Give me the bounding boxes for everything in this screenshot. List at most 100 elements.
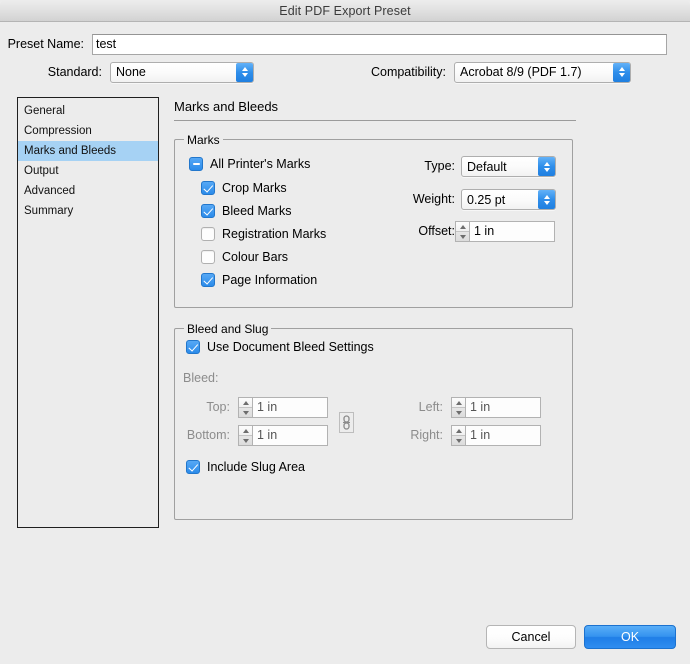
- checkbox-checked-icon: [201, 181, 215, 195]
- cancel-button-label: Cancel: [511, 630, 551, 644]
- stepper-down-icon[interactable]: [239, 436, 252, 445]
- sidebar-item-summary[interactable]: Summary: [18, 201, 158, 221]
- weight-label: Weight:: [412, 192, 455, 206]
- chevron-updown-icon: [236, 62, 253, 82]
- bleed-and-slug-group: Bleed and Slug: [174, 322, 573, 520]
- checkbox-unchecked-icon: [201, 250, 215, 264]
- compatibility-label: Compatibility:: [370, 65, 446, 79]
- checkbox-all-printers-marks[interactable]: All Printer's Marks: [189, 157, 310, 171]
- sidebar-item-marks-and-bleeds[interactable]: Marks and Bleeds: [18, 141, 158, 161]
- stepper-down-icon[interactable]: [452, 436, 465, 445]
- chain-link-icon[interactable]: [339, 412, 354, 433]
- checkbox-unchecked-icon: [201, 227, 215, 241]
- preset-name-input[interactable]: [92, 33, 667, 55]
- bleed-label: Bleed:: [183, 371, 219, 385]
- ok-button[interactable]: OK: [584, 625, 676, 649]
- bleed-bottom-value[interactable]: 1 in: [252, 425, 328, 446]
- preset-name-label: Preset Name:: [7, 37, 84, 51]
- panel-title: Marks and Bleeds: [174, 99, 279, 114]
- standard-dropdown-value: None: [116, 65, 146, 79]
- type-dropdown-value: Default: [467, 159, 507, 174]
- panel-divider: [174, 120, 576, 121]
- chevron-updown-icon: [538, 157, 555, 176]
- offset-label: Offset:: [418, 224, 455, 238]
- checkbox-checked-icon: [186, 340, 200, 354]
- sidebar-item-label: General: [24, 105, 65, 117]
- bleed-bottom-label: Bottom:: [186, 428, 230, 442]
- checkbox-mixed-icon: [189, 157, 203, 171]
- stepper-down-icon[interactable]: [452, 408, 465, 417]
- bleed-left-stepper[interactable]: [451, 397, 465, 418]
- cancel-button[interactable]: Cancel: [486, 625, 576, 649]
- standard-compatibility-row: Standard: None Compatibility: Acrobat 8/…: [0, 61, 690, 83]
- checkbox-label: Bleed Marks: [222, 204, 292, 218]
- bleed-top-stepper-combo[interactable]: 1 in: [238, 397, 328, 418]
- bleed-bottom-stepper[interactable]: [238, 425, 252, 446]
- checkbox-checked-icon: [201, 273, 215, 287]
- sidebar-item-compression[interactable]: Compression: [18, 121, 158, 141]
- checkbox-checked-icon: [186, 460, 200, 474]
- stepper-up-icon[interactable]: [452, 398, 465, 408]
- bleed-left-stepper-combo[interactable]: 1 in: [451, 397, 541, 418]
- bleed-right-label: Right:: [410, 428, 443, 442]
- ok-button-label: OK: [620, 630, 640, 644]
- checkbox-label: All Printer's Marks: [210, 157, 311, 171]
- offset-stepper-combo[interactable]: 1 in: [455, 221, 555, 242]
- offset-value[interactable]: 1 in: [469, 221, 555, 242]
- checkbox-use-document-bleed-settings[interactable]: Use Document Bleed Settings: [186, 340, 374, 354]
- sidebar-item-output[interactable]: Output: [18, 161, 158, 181]
- checkbox-colour-bars[interactable]: Colour Bars: [201, 250, 288, 264]
- bleed-and-slug-group-title: Bleed and Slug: [184, 322, 272, 336]
- stepper-down-icon[interactable]: [239, 408, 252, 417]
- sidebar-item-label: Marks and Bleeds: [24, 145, 117, 157]
- weight-dropdown-value: 0.25 pt: [467, 192, 506, 207]
- sidebar-item-label: Output: [24, 165, 59, 177]
- checkbox-label: Registration Marks: [222, 227, 327, 241]
- checkbox-label: Use Document Bleed Settings: [207, 340, 374, 354]
- preset-name-row: Preset Name:: [0, 33, 690, 55]
- stepper-up-icon[interactable]: [239, 426, 252, 436]
- bleed-right-value[interactable]: 1 in: [465, 425, 541, 446]
- sidebar-item-label: Advanced: [24, 185, 76, 197]
- sidebar-item-label: Compression: [24, 125, 92, 137]
- checkbox-label: Include Slug Area: [207, 460, 305, 474]
- bleed-top-value[interactable]: 1 in: [252, 397, 328, 418]
- standard-dropdown[interactable]: None: [110, 61, 254, 83]
- bleed-left-value[interactable]: 1 in: [465, 397, 541, 418]
- bleed-right-stepper-combo[interactable]: 1 in: [451, 425, 541, 446]
- checkbox-registration-marks[interactable]: Registration Marks: [201, 227, 326, 241]
- chevron-updown-icon: [538, 190, 555, 209]
- checkbox-checked-icon: [201, 204, 215, 218]
- stepper-up-icon[interactable]: [239, 398, 252, 408]
- category-sidebar[interactable]: General Compression Marks and Bleeds Out…: [17, 97, 159, 528]
- compatibility-dropdown-value: Acrobat 8/9 (PDF 1.7): [460, 65, 582, 79]
- type-label: Type:: [424, 159, 455, 173]
- window-titlebar: Edit PDF Export Preset: [0, 0, 690, 22]
- checkbox-page-information[interactable]: Page Information: [201, 273, 317, 287]
- offset-stepper[interactable]: [455, 221, 469, 242]
- stepper-up-icon[interactable]: [456, 222, 469, 232]
- bleed-top-stepper[interactable]: [238, 397, 252, 418]
- bleed-bottom-stepper-combo[interactable]: 1 in: [238, 425, 328, 446]
- sidebar-item-advanced[interactable]: Advanced: [18, 181, 158, 201]
- stepper-up-icon[interactable]: [452, 426, 465, 436]
- checkbox-label: Page Information: [222, 273, 318, 287]
- bleed-left-label: Left:: [418, 400, 443, 414]
- bleed-top-label: Top:: [206, 400, 230, 414]
- checkbox-crop-marks[interactable]: Crop Marks: [201, 181, 287, 195]
- compatibility-dropdown[interactable]: Acrobat 8/9 (PDF 1.7): [454, 61, 631, 83]
- sidebar-item-label: Summary: [24, 205, 74, 217]
- checkbox-include-slug-area[interactable]: Include Slug Area: [186, 460, 305, 474]
- checkbox-bleed-marks[interactable]: Bleed Marks: [201, 204, 291, 218]
- sidebar-item-general[interactable]: General: [18, 101, 158, 121]
- marks-group-title: Marks: [184, 133, 223, 147]
- stepper-down-icon[interactable]: [456, 232, 469, 241]
- window-title: Edit PDF Export Preset: [279, 3, 411, 18]
- checkbox-label: Crop Marks: [222, 181, 287, 195]
- checkbox-label: Colour Bars: [222, 250, 288, 264]
- bleed-right-stepper[interactable]: [451, 425, 465, 446]
- chevron-updown-icon: [613, 62, 630, 82]
- weight-dropdown[interactable]: 0.25 pt: [461, 189, 556, 210]
- type-dropdown[interactable]: Default: [461, 156, 556, 177]
- standard-label: Standard:: [47, 65, 102, 79]
